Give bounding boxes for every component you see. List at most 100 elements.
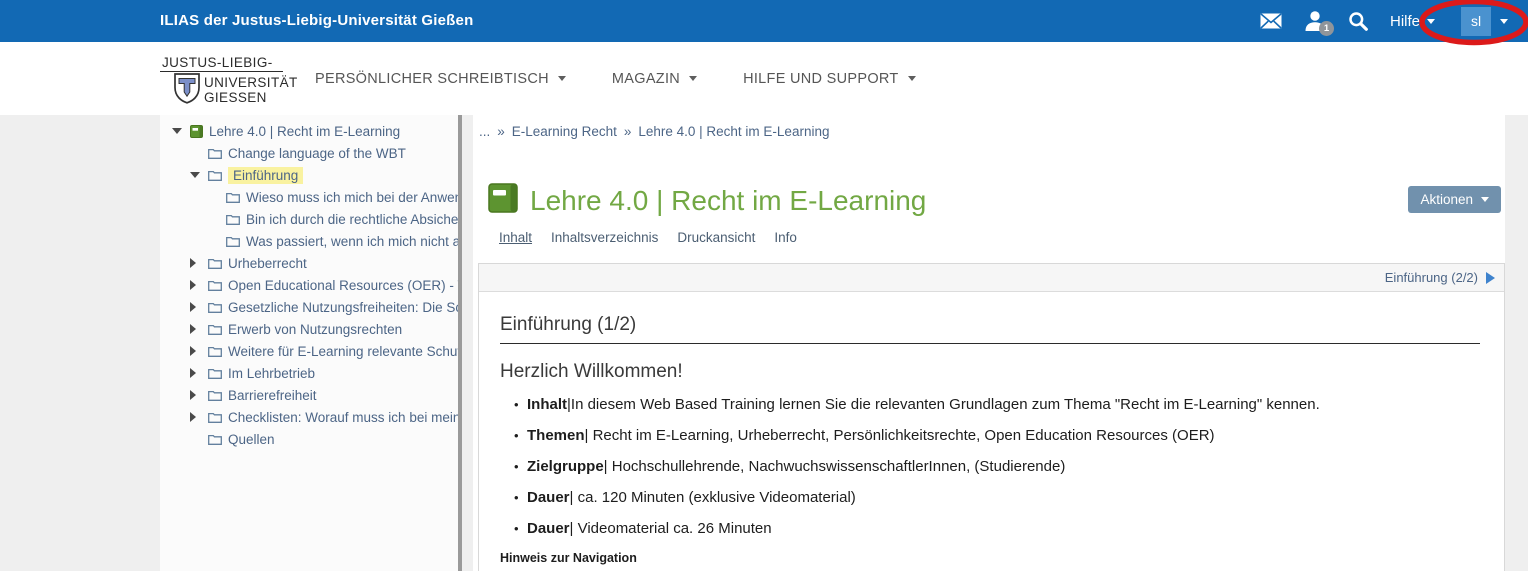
tree-item-label: Quellen — [228, 432, 275, 447]
course-tree: Lehre 4.0 | Recht im E-Learning Change la… — [160, 115, 458, 571]
top-bar: ILIAS der Justus-Liebig-Universität Gieß… — [0, 0, 1528, 42]
nav-item-hilfe-und-support[interactable]: HILFE UND SUPPORT — [743, 71, 916, 87]
tree-item[interactable]: Bin ich durch die rechtliche Absicher — [160, 208, 458, 230]
university-logo[interactable]: JUSTUS-LIEBIG- UNIVERSITÄT GIESSEN — [160, 54, 298, 109]
tree-item[interactable]: Wieso muss ich mich bei der Anwend — [160, 186, 458, 208]
logo-text-line1: JUSTUS-LIEBIG- — [160, 55, 283, 72]
folder-icon — [208, 434, 222, 445]
expand-arrow-right-icon — [190, 302, 208, 312]
chevron-down-icon — [908, 76, 916, 81]
nav-item-magazin[interactable]: MAGAZIN — [612, 71, 697, 87]
expand-arrow-down-icon — [172, 128, 190, 134]
tree-item-label: Einführung — [228, 167, 303, 184]
tree-item-label: Checklisten: Worauf muss ich bei meine — [228, 410, 458, 425]
folder-icon — [226, 236, 240, 247]
tree-item[interactable]: Was passiert, wenn ich mich nicht an — [160, 230, 458, 252]
breadcrumb: ... » E-Learning Recht » Lehre 4.0 | Recht i… — [479, 124, 829, 139]
info-bullet: •Dauer | ca. 120 Minuten (exklusive Vide… — [514, 488, 1480, 507]
logo-text-lines: UNIVERSITÄT GIESSEN — [204, 73, 298, 105]
pager-bar: Einführung (2/2) — [479, 264, 1504, 292]
info-bullet: •Themen | Recht im E-Learning, Urheberre… — [514, 426, 1480, 445]
folder-icon — [208, 390, 222, 401]
tab-druckansicht[interactable]: Druckansicht — [677, 230, 755, 245]
tree-item-label: Barrierefreiheit — [228, 388, 317, 403]
folder-icon — [208, 368, 222, 379]
tab-inhaltsverzeichnis[interactable]: Inhaltsverzeichnis — [551, 230, 658, 245]
bullet-dot-icon: • — [514, 488, 527, 507]
tree-item[interactable]: Open Educational Resources (OER) - Wa — [160, 274, 458, 296]
content-tabs: Inhalt Inhaltsverzeichnis Druckansicht Info — [499, 230, 797, 245]
info-bullet: •Dauer | Videomaterial ca. 26 Minuten — [514, 519, 1480, 538]
tree-item-label: Im Lehrbetrieb — [228, 366, 315, 381]
bullet-text: | Hochschullehrende, Nachwuchswissenscha… — [604, 457, 1066, 476]
help-menu-label: Hilfe — [1390, 13, 1420, 30]
tree-item-label: Was passiert, wenn ich mich nicht an — [246, 234, 458, 249]
bullet-label: Themen — [527, 426, 585, 445]
main-nav: PERSÖNLICHER SCHREIBTISCH MAGAZIN HILFE UN… — [315, 42, 916, 115]
breadcrumb-separator: » — [624, 124, 632, 139]
tree-item-label: Bin ich durch die rechtliche Absicher — [246, 212, 458, 227]
folder-icon — [208, 346, 222, 357]
notification-badge: 1 — [1319, 21, 1334, 36]
expand-arrow-right-icon — [190, 258, 208, 268]
expand-arrow-right-icon — [190, 390, 208, 400]
tree-item[interactable]: Lehre 4.0 | Recht im E-Learning — [160, 120, 458, 142]
tree-item-label: Gesetzliche Nutzungsfreiheiten: Die Sch — [228, 300, 458, 315]
learning-module-icon — [488, 183, 518, 218]
mail-icon[interactable] — [1260, 13, 1282, 29]
tree-item[interactable]: Im Lehrbetrieb — [160, 362, 458, 384]
user-menu[interactable]: sl — [1461, 7, 1508, 36]
bullet-label: Dauer — [527, 519, 570, 538]
tree-item[interactable]: Gesetzliche Nutzungsfreiheiten: Die Sch — [160, 296, 458, 318]
tree-scrollbar-thumb[interactable] — [458, 115, 462, 571]
info-bullet: •Inhalt|In diesem Web Based Training ler… — [514, 395, 1480, 414]
folder-icon — [208, 412, 222, 423]
chevron-down-icon — [558, 76, 566, 81]
tree-item-label: Weitere für E-Learning relevante Schutz — [228, 344, 458, 359]
app-title: ILIAS der Justus-Liebig-Universität Gieß… — [160, 0, 473, 42]
tree-item[interactable]: Urheberrecht — [160, 252, 458, 274]
tree-item[interactable]: Checklisten: Worauf muss ich bei meine — [160, 406, 458, 428]
tab-inhalt[interactable]: Inhalt — [499, 230, 532, 245]
folder-icon — [208, 258, 222, 269]
breadcrumb-link[interactable]: ... — [479, 124, 490, 139]
chapter-heading: Einführung (1/2) — [500, 314, 1480, 344]
breadcrumb-link[interactable]: Lehre 4.0 | Recht im E-Learning — [638, 124, 829, 139]
pager-next-label[interactable]: Einführung (2/2) — [1385, 270, 1478, 285]
body-area: Lehre 4.0 | Recht im E-Learning Change la… — [0, 115, 1528, 571]
actions-button[interactable]: Aktionen — [1408, 186, 1501, 213]
tree-item[interactable]: Barrierefreiheit — [160, 384, 458, 406]
breadcrumb-link[interactable]: E-Learning Recht — [512, 124, 617, 139]
folder-icon — [208, 280, 222, 291]
tree-item[interactable]: Einführung — [160, 164, 458, 186]
tree-item-label: Change language of the WBT — [228, 146, 406, 161]
expand-arrow-right-icon — [190, 368, 208, 378]
folder-icon — [208, 170, 222, 181]
bullet-label: Dauer — [527, 488, 570, 507]
tree-item-label: Erwerb von Nutzungsrechten — [228, 322, 402, 337]
next-page-arrow-icon[interactable] — [1486, 272, 1495, 284]
main-content: ... » E-Learning Recht » Lehre 4.0 | Recht i… — [473, 115, 1505, 571]
breadcrumb-separator: » — [497, 124, 505, 139]
shield-icon — [174, 73, 200, 109]
user-notifications-icon[interactable]: 1 — [1304, 10, 1326, 32]
chevron-down-icon — [689, 76, 697, 81]
expand-arrow-right-icon — [190, 324, 208, 334]
tab-info[interactable]: Info — [774, 230, 797, 245]
expand-arrow-right-icon — [190, 412, 208, 422]
nav-item-label: MAGAZIN — [612, 71, 680, 87]
search-icon[interactable] — [1348, 11, 1368, 31]
help-menu[interactable]: Hilfe — [1390, 13, 1435, 30]
tree-item[interactable]: Quellen — [160, 428, 458, 450]
tree-item[interactable]: Erwerb von Nutzungsrechten — [160, 318, 458, 340]
info-bullet: •Zielgruppe | Hochschullehrende, Nachwuc… — [514, 457, 1480, 476]
actions-button-label: Aktionen — [1420, 192, 1473, 207]
topbar-actions: 1 Hilfe sl — [1260, 0, 1508, 42]
footer-strip — [0, 571, 1528, 581]
nav-item-pers-nlicher-schreibtisch[interactable]: PERSÖNLICHER SCHREIBTISCH — [315, 71, 566, 87]
tree-item[interactable]: Change language of the WBT — [160, 142, 458, 164]
tree-item[interactable]: Weitere für E-Learning relevante Schutz — [160, 340, 458, 362]
bullet-text: | ca. 120 Minuten (exklusive Videomateri… — [570, 488, 856, 507]
navigation-note: Hinweis zur Navigation — [500, 551, 1480, 565]
learning-module-icon — [190, 125, 203, 138]
